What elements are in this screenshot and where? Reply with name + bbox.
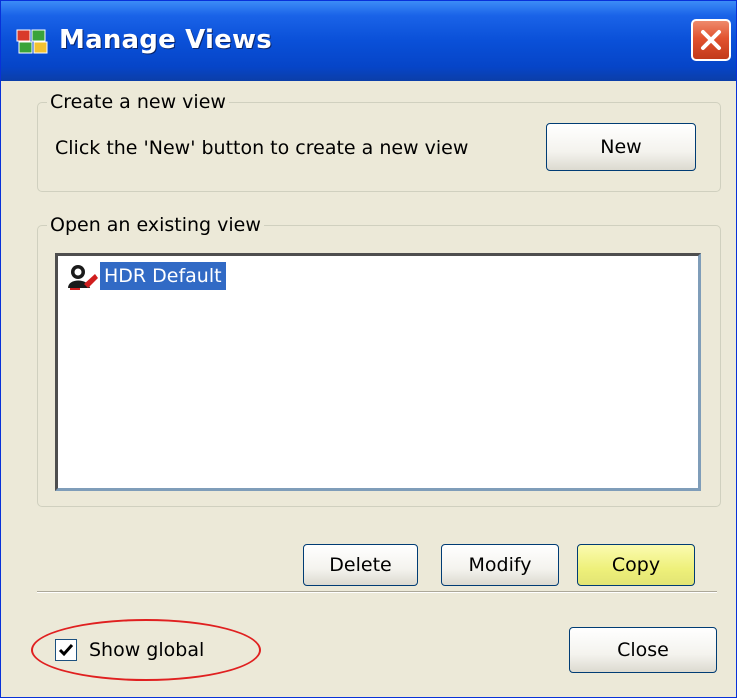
- open-view-legend: Open an existing view: [47, 214, 264, 236]
- list-item-label: HDR Default: [100, 262, 226, 290]
- title-bar[interactable]: Manage Views: [1, 1, 736, 81]
- copy-button-label: Copy: [611, 554, 661, 576]
- copy-button[interactable]: Copy: [577, 544, 695, 586]
- manage-views-icon: [16, 29, 48, 54]
- window-title: Manage Views: [59, 25, 272, 55]
- modify-button-label: Modify: [468, 554, 532, 576]
- footer-separator: [37, 591, 717, 593]
- new-button-label: New: [600, 136, 642, 158]
- view-user-icon: [68, 265, 98, 290]
- close-icon: [701, 30, 721, 50]
- create-view-instruction: Click the 'New' button to create a new v…: [55, 137, 469, 159]
- close-window-button[interactable]: [691, 19, 731, 61]
- create-view-legend: Create a new view: [47, 91, 229, 113]
- views-list[interactable]: HDR Default: [55, 253, 701, 491]
- modify-button[interactable]: Modify: [441, 544, 559, 586]
- delete-button-label: Delete: [329, 554, 392, 576]
- manage-views-dialog: Manage Views Create a new view Click the…: [0, 0, 737, 698]
- annotation-ring: [31, 619, 261, 681]
- close-button[interactable]: Close: [569, 627, 717, 673]
- delete-button[interactable]: Delete: [303, 544, 418, 586]
- new-button[interactable]: New: [546, 123, 696, 171]
- close-button-label: Close: [617, 639, 669, 661]
